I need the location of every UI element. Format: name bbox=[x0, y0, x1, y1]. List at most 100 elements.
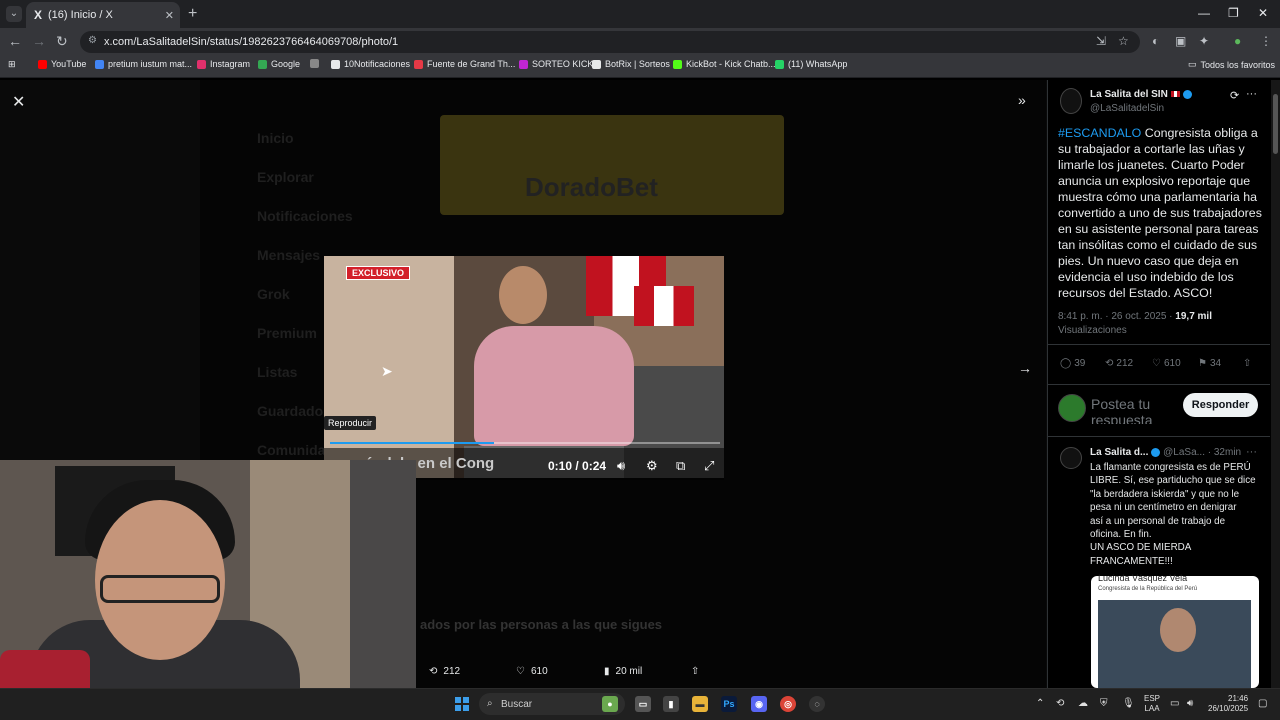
profile-avatar[interactable]: ● bbox=[1234, 34, 1241, 48]
author-handle[interactable]: @LaSalitadelSin bbox=[1090, 103, 1164, 114]
reply-input[interactable]: Postea tu respuesta bbox=[1091, 396, 1171, 424]
close-window-button[interactable]: ✕ bbox=[1258, 6, 1268, 20]
close-viewer-button[interactable]: ✕ bbox=[12, 92, 25, 112]
play-tooltip: Reproducir bbox=[324, 416, 377, 430]
bookmark-item[interactable]: Instagram bbox=[197, 59, 250, 69]
bookmark-item[interactable]: 10Notificaciones bbox=[331, 59, 410, 69]
reply-button[interactable]: Responder bbox=[1183, 393, 1258, 417]
author-name[interactable]: La Salita del SIN bbox=[1090, 89, 1192, 100]
share-action[interactable]: ⇧ bbox=[1243, 358, 1251, 369]
back-button[interactable]: ← bbox=[8, 33, 22, 49]
panel-scrollbar-thumb[interactable] bbox=[1273, 94, 1278, 154]
app-icon[interactable]: ▮ bbox=[663, 696, 679, 712]
media-share-button[interactable]: ⇧ bbox=[691, 666, 699, 677]
reply-image-title: Lucinda Vásquez Vela bbox=[1098, 573, 1188, 583]
like-action[interactable]: ♡ 610 bbox=[1152, 358, 1181, 369]
tweet-body: Congresista obliga a su trabajador a cor… bbox=[1058, 126, 1262, 300]
tab-search-icon[interactable]: ⌄ bbox=[6, 6, 22, 22]
video-timecode: 0:10 / 0:24 bbox=[548, 459, 607, 473]
heart-icon: ♡ bbox=[516, 666, 525, 677]
widgets-icon[interactable]: ● bbox=[602, 696, 618, 712]
bookmark-star-icon[interactable]: ☆ bbox=[1118, 34, 1129, 48]
author-avatar[interactable] bbox=[1060, 88, 1082, 114]
security-icon[interactable]: ⛨ bbox=[1100, 698, 1108, 709]
heart-icon: ♡ bbox=[1152, 358, 1161, 369]
forward-button[interactable]: → bbox=[32, 33, 46, 49]
panel-scrollbar[interactable] bbox=[1271, 80, 1280, 688]
reply-author-avatar[interactable] bbox=[1060, 447, 1082, 469]
media-retweet-stat[interactable]: ⟲ 212 bbox=[429, 666, 460, 677]
menu-kebab-icon[interactable]: ⋮ bbox=[1260, 34, 1272, 48]
system-clock[interactable]: 21:46 26/10/2025 bbox=[1208, 694, 1248, 714]
tray-chevron-icon[interactable]: ⌃ bbox=[1036, 698, 1044, 709]
bookmark-action[interactable]: ⚑ 34 bbox=[1198, 358, 1221, 369]
bookmark-item[interactable]: Fuente de Grand Th... bbox=[414, 59, 515, 69]
file-explorer-icon[interactable]: ▬ bbox=[692, 696, 708, 712]
share-icon: ⇧ bbox=[1243, 358, 1252, 369]
divider bbox=[1048, 384, 1270, 385]
extensions-puzzle-icon[interactable]: ✦ bbox=[1199, 34, 1209, 48]
bookmark-item[interactable]: KickBot - Kick Chatb... bbox=[673, 59, 776, 69]
bookmark-item[interactable]: SORTEO KICK bbox=[519, 59, 593, 69]
app-badge-icon[interactable]: ◌ bbox=[809, 696, 825, 712]
discord-icon[interactable]: ◉ bbox=[751, 696, 767, 712]
media-views-stat[interactable]: ▮ 20 mil bbox=[604, 666, 642, 677]
bookmark-item[interactable]: BotRix | Sorteos bbox=[592, 59, 670, 69]
more-options-icon[interactable]: ··· bbox=[1246, 446, 1257, 458]
extension-icon[interactable]: ◐ bbox=[1152, 34, 1159, 48]
divider bbox=[1048, 436, 1270, 437]
reload-button[interactable]: ↻ bbox=[56, 33, 68, 50]
language-indicator[interactable]: ESP LAA bbox=[1144, 694, 1160, 714]
search-icon: ⌕ bbox=[487, 698, 493, 709]
reply-image-subtitle: Congresista de la República del Perú bbox=[1098, 586, 1198, 592]
photoshop-icon[interactable]: Ps bbox=[721, 696, 737, 712]
retweet-icon: ⟲ bbox=[1105, 358, 1114, 369]
windows-start-icon[interactable] bbox=[455, 697, 469, 711]
folder-icon: ▭ bbox=[1188, 59, 1197, 69]
more-options-icon[interactable]: ··· bbox=[1246, 88, 1257, 100]
retweet-icon: ⟲ bbox=[429, 666, 438, 677]
bookmark-item[interactable]: (11) WhatsApp bbox=[775, 59, 847, 69]
reply-author[interactable]: La Salita d... @LaSa... · 32min bbox=[1090, 447, 1241, 458]
onedrive-icon[interactable]: ☁ bbox=[1078, 698, 1088, 709]
bookmark-icon: ⚑ bbox=[1198, 358, 1207, 369]
install-app-icon[interactable]: ⇲ bbox=[1096, 34, 1106, 48]
tweet-timestamp[interactable]: 8:41 p. m. · 26 oct. 2025 · 19,7 mil bbox=[1058, 311, 1212, 322]
picture-in-picture-icon[interactable]: ⧉ bbox=[676, 458, 685, 474]
collapse-panel-button[interactable]: » bbox=[1018, 92, 1026, 108]
tweet-view-count: 19,7 mil bbox=[1175, 311, 1212, 322]
user-avatar[interactable] bbox=[1058, 394, 1086, 422]
apps-grid-icon[interactable]: ⊞ bbox=[8, 59, 16, 70]
settings-gear-icon[interactable]: ⚙ bbox=[646, 458, 658, 474]
media-like-stat[interactable]: ♡ 610 bbox=[516, 666, 548, 677]
volume-icon[interactable]: 🔊︎ bbox=[617, 458, 625, 474]
all-bookmarks-folder[interactable]: ▭ Todos los favoritos bbox=[1188, 59, 1275, 70]
tray-app-icon[interactable]: ⟲ bbox=[1056, 698, 1064, 709]
address-bar[interactable]: x.com/LaSalitadelSin/status/198262376646… bbox=[80, 31, 1140, 53]
maximize-button[interactable]: ❐ bbox=[1228, 6, 1239, 20]
grok-icon[interactable]: ⟳ bbox=[1230, 89, 1239, 102]
task-view-icon[interactable]: ▭ bbox=[635, 696, 651, 712]
notifications-icon[interactable]: ▢ bbox=[1258, 698, 1267, 709]
volume-icon[interactable]: 🔊︎ bbox=[1187, 698, 1193, 709]
reply-action[interactable]: ◯ 39 bbox=[1060, 358, 1085, 369]
microphone-icon[interactable]: 🎙︎ bbox=[1122, 698, 1135, 709]
peru-flag-icon bbox=[1170, 91, 1180, 98]
network-icon[interactable]: ▭ bbox=[1170, 698, 1179, 709]
hashtag-link[interactable]: #ESCANDALO bbox=[1058, 126, 1141, 140]
close-tab-icon[interactable]: ✕ bbox=[165, 9, 174, 22]
minimize-button[interactable]: — bbox=[1198, 6, 1210, 20]
new-tab-button[interactable]: + bbox=[188, 5, 197, 23]
retweet-action[interactable]: ⟲ 212 bbox=[1105, 358, 1133, 369]
fullscreen-icon[interactable]: ⤢ bbox=[704, 458, 714, 474]
bookmark-item[interactable] bbox=[310, 59, 319, 68]
browser-tab[interactable]: X (16) Inicio / X ✕ bbox=[26, 2, 180, 28]
next-media-button[interactable]: → bbox=[1018, 360, 1032, 376]
bookmark-item[interactable]: pretium iustum mat... bbox=[95, 59, 192, 69]
chrome-icon[interactable]: ◎ bbox=[780, 696, 796, 712]
site-info-icon[interactable]: ⚙ bbox=[88, 35, 97, 46]
verified-badge-icon bbox=[1151, 447, 1161, 457]
bookmark-item[interactable]: YouTube bbox=[38, 59, 86, 69]
extension-2-icon[interactable]: ▣ bbox=[1175, 34, 1186, 48]
bookmark-item[interactable]: Google bbox=[258, 59, 300, 69]
